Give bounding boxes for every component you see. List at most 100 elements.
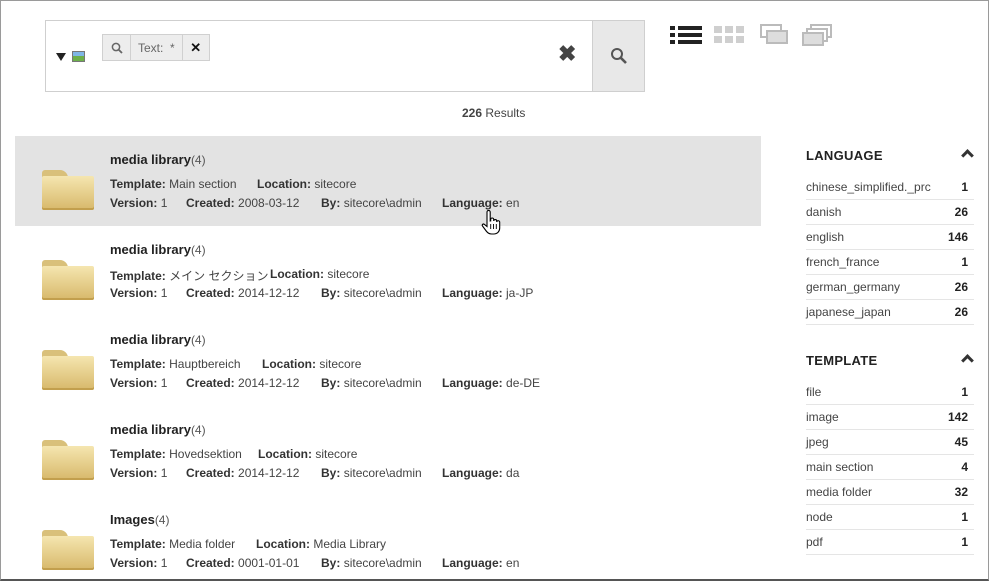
result-item[interactable]: media library(4) Template: Hovedsektion Lo… [15, 406, 761, 496]
folder-icon[interactable] [42, 440, 94, 480]
facet-count: 32 [954, 485, 968, 499]
folder-icon[interactable] [42, 530, 94, 570]
result-item[interactable]: media library(4) Template: メイン セクション Locat… [15, 226, 761, 316]
facet-name: main section [806, 460, 874, 474]
language-label: Language: [442, 196, 503, 210]
created-label: Created: [186, 556, 235, 570]
hand-cursor-icon [481, 210, 501, 235]
search-box[interactable]: Text: * ✕ ✖ [45, 20, 645, 92]
version-label: Version: [110, 556, 158, 570]
facet-name: pdf [806, 535, 823, 549]
template-field: Template: Media folder [110, 537, 235, 551]
result-item[interactable]: Images(4) Template: Media folder Location:… [15, 496, 761, 581]
search-facet-chip[interactable]: Text: * ✕ [102, 34, 210, 61]
version-label: Version: [110, 196, 158, 210]
result-title[interactable]: Images(4) [110, 512, 169, 527]
created-field: Created: 2014-12-12 [186, 286, 299, 300]
result-title-text: media library [110, 422, 191, 437]
by-label: By: [321, 466, 341, 480]
facet-header-template[interactable]: TEMPLATE [806, 353, 974, 373]
facet-row[interactable]: image 142 [806, 405, 974, 430]
gallery-view-icon[interactable] [758, 24, 790, 48]
facet-name: file [806, 385, 822, 399]
chip-value: * [170, 40, 175, 55]
facet-count: 142 [947, 410, 968, 424]
dropdown-triangle-icon[interactable] [56, 52, 66, 61]
facet-row[interactable]: japanese_japan 26 [806, 300, 974, 325]
result-title[interactable]: media library(4) [110, 152, 206, 167]
facet-row[interactable]: jpeg 45 [806, 430, 974, 455]
location-field: Location: sitecore [258, 447, 357, 461]
created-value: 2014-12-12 [238, 466, 300, 480]
created-value: 0001-01-01 [238, 556, 300, 570]
by-field: By: sitecore\admin [321, 196, 422, 210]
facet-row[interactable]: file 1 [806, 380, 974, 405]
facet-row[interactable]: main section 4 [806, 455, 974, 480]
facet-row[interactable]: media folder 32 [806, 480, 974, 505]
location-label: Location: [262, 357, 316, 371]
language-field: Language: da [442, 466, 519, 480]
result-item[interactable]: media library(4) Template: Hauptbereich Lo… [15, 316, 761, 406]
result-title[interactable]: media library(4) [110, 332, 206, 347]
folder-icon[interactable] [42, 260, 94, 300]
facet-title: LANGUAGE [806, 148, 883, 163]
by-value: sitecore\admin [343, 466, 422, 480]
facet-name: node [806, 510, 833, 524]
created-value: 2008-03-12 [238, 196, 300, 210]
version-field: Version: 1 [110, 286, 167, 300]
chip-search-icon[interactable] [103, 35, 131, 60]
version-value: 1 [160, 556, 168, 570]
image-icon[interactable] [72, 51, 85, 62]
location-field: Location: sitecore [257, 177, 356, 191]
template-label: Template: [110, 537, 166, 551]
facet-name: jpeg [806, 435, 829, 449]
chip-close-icon[interactable]: ✕ [183, 35, 209, 60]
result-title-text: media library [110, 242, 191, 257]
clear-search-button[interactable]: ✖ [558, 43, 576, 65]
facet-name: japanese_japan [806, 305, 891, 319]
results-label: Results [485, 106, 526, 120]
version-label: Version: [110, 286, 158, 300]
facet-row[interactable]: french_france 1 [806, 250, 974, 275]
facet-name: danish [806, 205, 842, 219]
facet-header-language[interactable]: LANGUAGE [806, 148, 974, 168]
template-label: Template: [110, 357, 166, 371]
result-title-text: media library [110, 152, 191, 167]
result-title[interactable]: media library(4) [110, 242, 206, 257]
folder-icon[interactable] [42, 350, 94, 390]
facet-row[interactable]: danish 26 [806, 200, 974, 225]
facet-row[interactable]: german_germany 26 [806, 275, 974, 300]
language-value: ja-JP [506, 286, 534, 300]
template-field: Template: Hauptbereich [110, 357, 241, 371]
location-label: Location: [256, 537, 310, 551]
result-title[interactable]: media library(4) [110, 422, 206, 437]
result-item[interactable]: media library(4) Template: Main section Lo… [15, 136, 761, 226]
language-field: Language: ja-JP [442, 286, 533, 300]
facet-row[interactable]: chinese_simplified._prc 1 [806, 175, 974, 200]
version-field: Version: 1 [110, 376, 167, 390]
created-field: Created: 0001-01-01 [186, 556, 299, 570]
list-view-icon[interactable] [670, 24, 702, 48]
result-title-text: media library [110, 332, 191, 347]
location-field: Location: sitecore [262, 357, 361, 371]
template-field: Template: Main section [110, 177, 237, 191]
search-button[interactable] [592, 21, 644, 91]
facet-row[interactable]: english 146 [806, 225, 974, 250]
template-value: メイン セクション [169, 269, 269, 283]
chip-text[interactable]: Text: * [131, 35, 183, 60]
chevron-up-icon[interactable] [961, 354, 974, 367]
search-options[interactable] [56, 51, 85, 62]
grid-view-icon[interactable] [714, 24, 746, 48]
chevron-up-icon[interactable] [961, 149, 974, 162]
created-value: 2014-12-12 [238, 286, 300, 300]
facet-row[interactable]: pdf 1 [806, 530, 974, 555]
template-field: Template: Hovedsektion [110, 447, 242, 461]
location-label: Location: [270, 267, 324, 281]
folder-icon[interactable] [42, 170, 94, 210]
created-field: Created: 2014-12-12 [186, 466, 299, 480]
facet-row[interactable]: node 1 [806, 505, 974, 530]
created-label: Created: [186, 376, 235, 390]
stack-view-icon[interactable] [802, 24, 834, 48]
by-label: By: [321, 376, 341, 390]
language-value: de-DE [506, 376, 541, 390]
